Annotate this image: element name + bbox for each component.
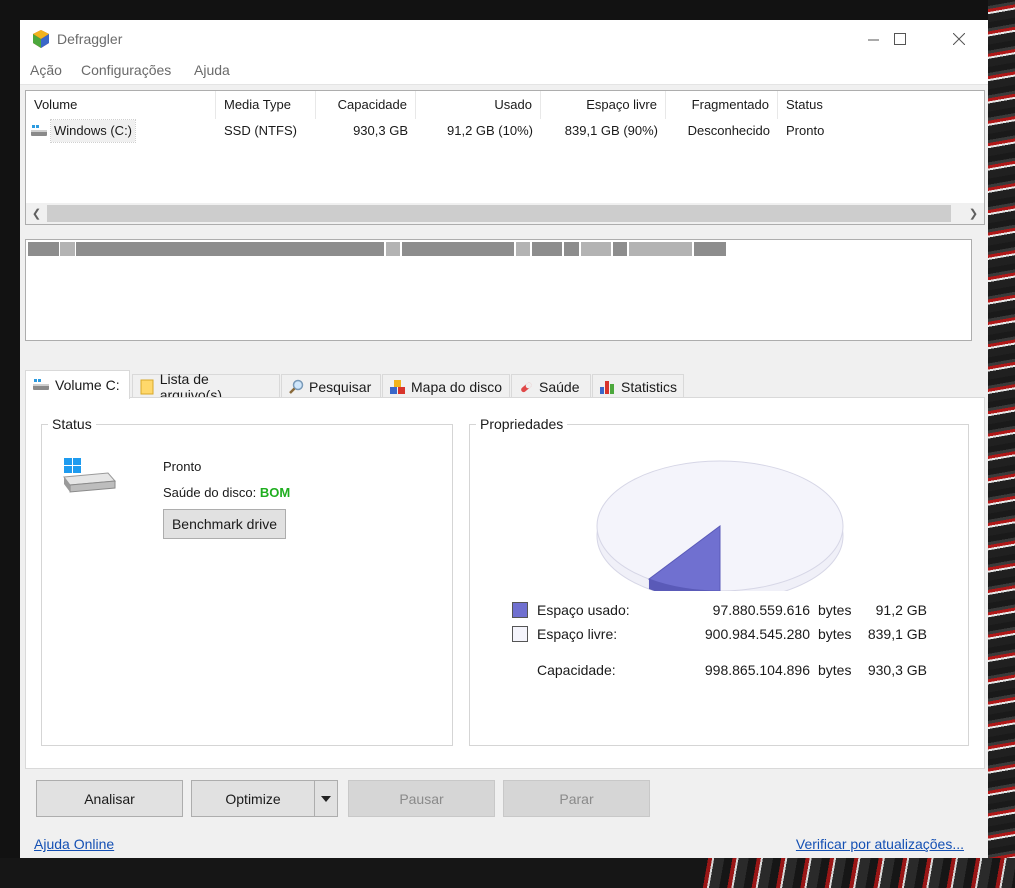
used-space-gb: 91,2 GB bbox=[875, 602, 927, 618]
tab-label: Mapa do disco bbox=[411, 378, 503, 395]
check-updates-link[interactable]: Verificar por atualizações... bbox=[796, 836, 964, 852]
capacity-bytes: 998.865.104.896 bbox=[704, 662, 810, 678]
chevron-down-icon bbox=[321, 795, 331, 802]
drive-map-block bbox=[532, 242, 562, 256]
capacity-label: Capacidade: bbox=[537, 662, 616, 678]
free-space-gb: 839,1 GB bbox=[867, 626, 927, 642]
app-window: Defraggler Ação Configurações Ajuda Volu… bbox=[20, 20, 988, 858]
tab-health[interactable]: Saúde bbox=[511, 374, 591, 398]
legend-free-swatch bbox=[512, 626, 528, 642]
status-group-title: Status bbox=[48, 416, 96, 432]
media-type-cell: SSD (NTFS) bbox=[224, 123, 297, 138]
pause-button[interactable]: Pausar bbox=[348, 780, 495, 817]
menu-ajuda[interactable]: Ajuda bbox=[194, 62, 230, 78]
capacity-gb: 930,3 GB bbox=[867, 662, 927, 678]
menu-configuracoes[interactable]: Configurações bbox=[81, 62, 171, 78]
menu-acao[interactable]: Ação bbox=[30, 62, 62, 78]
analyze-button[interactable]: Analisar bbox=[36, 780, 183, 817]
horizontal-scrollbar[interactable]: ❮ ❯ bbox=[26, 203, 984, 224]
tab-label: Volume C: bbox=[55, 377, 120, 393]
desktop-background bbox=[988, 0, 1015, 888]
tab-volume[interactable]: Volume C: bbox=[25, 370, 130, 399]
defraggler-logo-icon bbox=[33, 30, 49, 48]
drive-map-block bbox=[516, 242, 530, 256]
legend-used-swatch bbox=[512, 602, 528, 618]
folder-icon bbox=[140, 379, 154, 394]
status-group: Status Pronto Saúde do disco: BOM Benchm… bbox=[41, 416, 453, 746]
optimize-dropdown-button[interactable] bbox=[314, 780, 338, 817]
scroll-right-icon[interactable]: ❯ bbox=[963, 203, 984, 224]
used-space-label: Espaço usado: bbox=[537, 602, 630, 618]
drive-map-block bbox=[76, 242, 384, 256]
properties-group-title: Propriedades bbox=[476, 416, 568, 432]
drive-status-text: Pronto bbox=[163, 459, 202, 474]
optimize-button[interactable]: Optimize bbox=[191, 780, 315, 817]
health-label: Saúde do disco: bbox=[163, 485, 257, 500]
drive-list: Volume Media Type Capacidade Usado Espaç… bbox=[25, 90, 985, 225]
tab-search[interactable]: Pesquisar bbox=[281, 374, 381, 398]
drive-map bbox=[25, 239, 972, 341]
drive-map-block bbox=[694, 242, 726, 256]
search-icon bbox=[289, 379, 304, 394]
statistics-icon bbox=[600, 380, 614, 394]
drive-icon bbox=[33, 379, 49, 390]
tab-file-list[interactable]: Lista de arquivo(s) bbox=[132, 371, 280, 403]
status-cell: Pronto bbox=[786, 123, 825, 138]
used-cell: 91,2 GB (10%) bbox=[447, 123, 533, 138]
title-bar: Defraggler bbox=[20, 20, 988, 58]
free-bytes-unit: bytes bbox=[818, 626, 852, 642]
used-space-bytes: 97.880.559.616 bbox=[712, 602, 810, 618]
used-bytes-unit: bytes bbox=[818, 602, 852, 618]
drive-map-block bbox=[613, 242, 627, 256]
benchmark-drive-button[interactable]: Benchmark drive bbox=[163, 509, 286, 539]
health-value: BOM bbox=[259, 485, 291, 500]
menu-bar: Ação Configurações Ajuda bbox=[20, 58, 988, 85]
window-title: Defraggler bbox=[57, 31, 123, 47]
tab-strip: Volume C: Lista de arquivo(s) Pesquisar … bbox=[25, 370, 983, 403]
tab-disk-map[interactable]: Mapa do disco bbox=[382, 374, 510, 398]
health-icon bbox=[521, 382, 532, 392]
maximize-icon bbox=[894, 33, 906, 45]
scroll-left-icon[interactable]: ❮ bbox=[26, 203, 47, 224]
free-space-bytes: 900.984.545.280 bbox=[704, 626, 810, 642]
scrollbar-thumb[interactable] bbox=[47, 205, 951, 222]
drive-map-block bbox=[564, 242, 579, 256]
tab-label: Statistics bbox=[620, 378, 677, 395]
drive-map-block bbox=[60, 242, 75, 256]
online-help-link[interactable]: Ajuda Online bbox=[34, 836, 114, 852]
desktop-wallpaper-art bbox=[700, 858, 1015, 888]
tab-content: Status Pronto Saúde do disco: BOM Benchm… bbox=[25, 397, 985, 769]
drive-icon bbox=[31, 125, 47, 136]
capacity-cell: 930,3 GB bbox=[353, 123, 408, 138]
drive-map-block bbox=[402, 242, 514, 256]
close-button[interactable] bbox=[936, 20, 982, 58]
drive-map-block bbox=[581, 242, 611, 256]
tab-statistics[interactable]: Statistics bbox=[592, 374, 684, 398]
volume-name: Windows (C:) bbox=[49, 119, 137, 143]
capacity-bytes-unit: bytes bbox=[818, 662, 852, 678]
drive-map-block bbox=[386, 242, 400, 256]
stop-button[interactable]: Parar bbox=[503, 780, 650, 817]
free-space-cell: 839,1 GB (90%) bbox=[564, 123, 658, 138]
fragmented-cell: Desconhecido bbox=[687, 123, 770, 138]
hard-drive-icon bbox=[63, 458, 116, 493]
tab-label: Saúde bbox=[539, 378, 580, 395]
disk-map-icon bbox=[390, 379, 405, 394]
drive-map-block bbox=[28, 242, 59, 256]
tab-label: Pesquisar bbox=[309, 378, 372, 395]
close-icon bbox=[953, 33, 965, 45]
maximize-button[interactable] bbox=[877, 20, 923, 58]
properties-group: Propriedades Espaço usado: 97.880.559.61… bbox=[469, 416, 969, 746]
disk-usage-pie-chart bbox=[596, 460, 844, 591]
table-row[interactable]: Windows (C:) SSD (NTFS) 930,3 GB 91,2 GB… bbox=[26, 91, 984, 143]
free-space-label: Espaço livre: bbox=[537, 626, 618, 642]
drive-map-block bbox=[629, 242, 692, 256]
